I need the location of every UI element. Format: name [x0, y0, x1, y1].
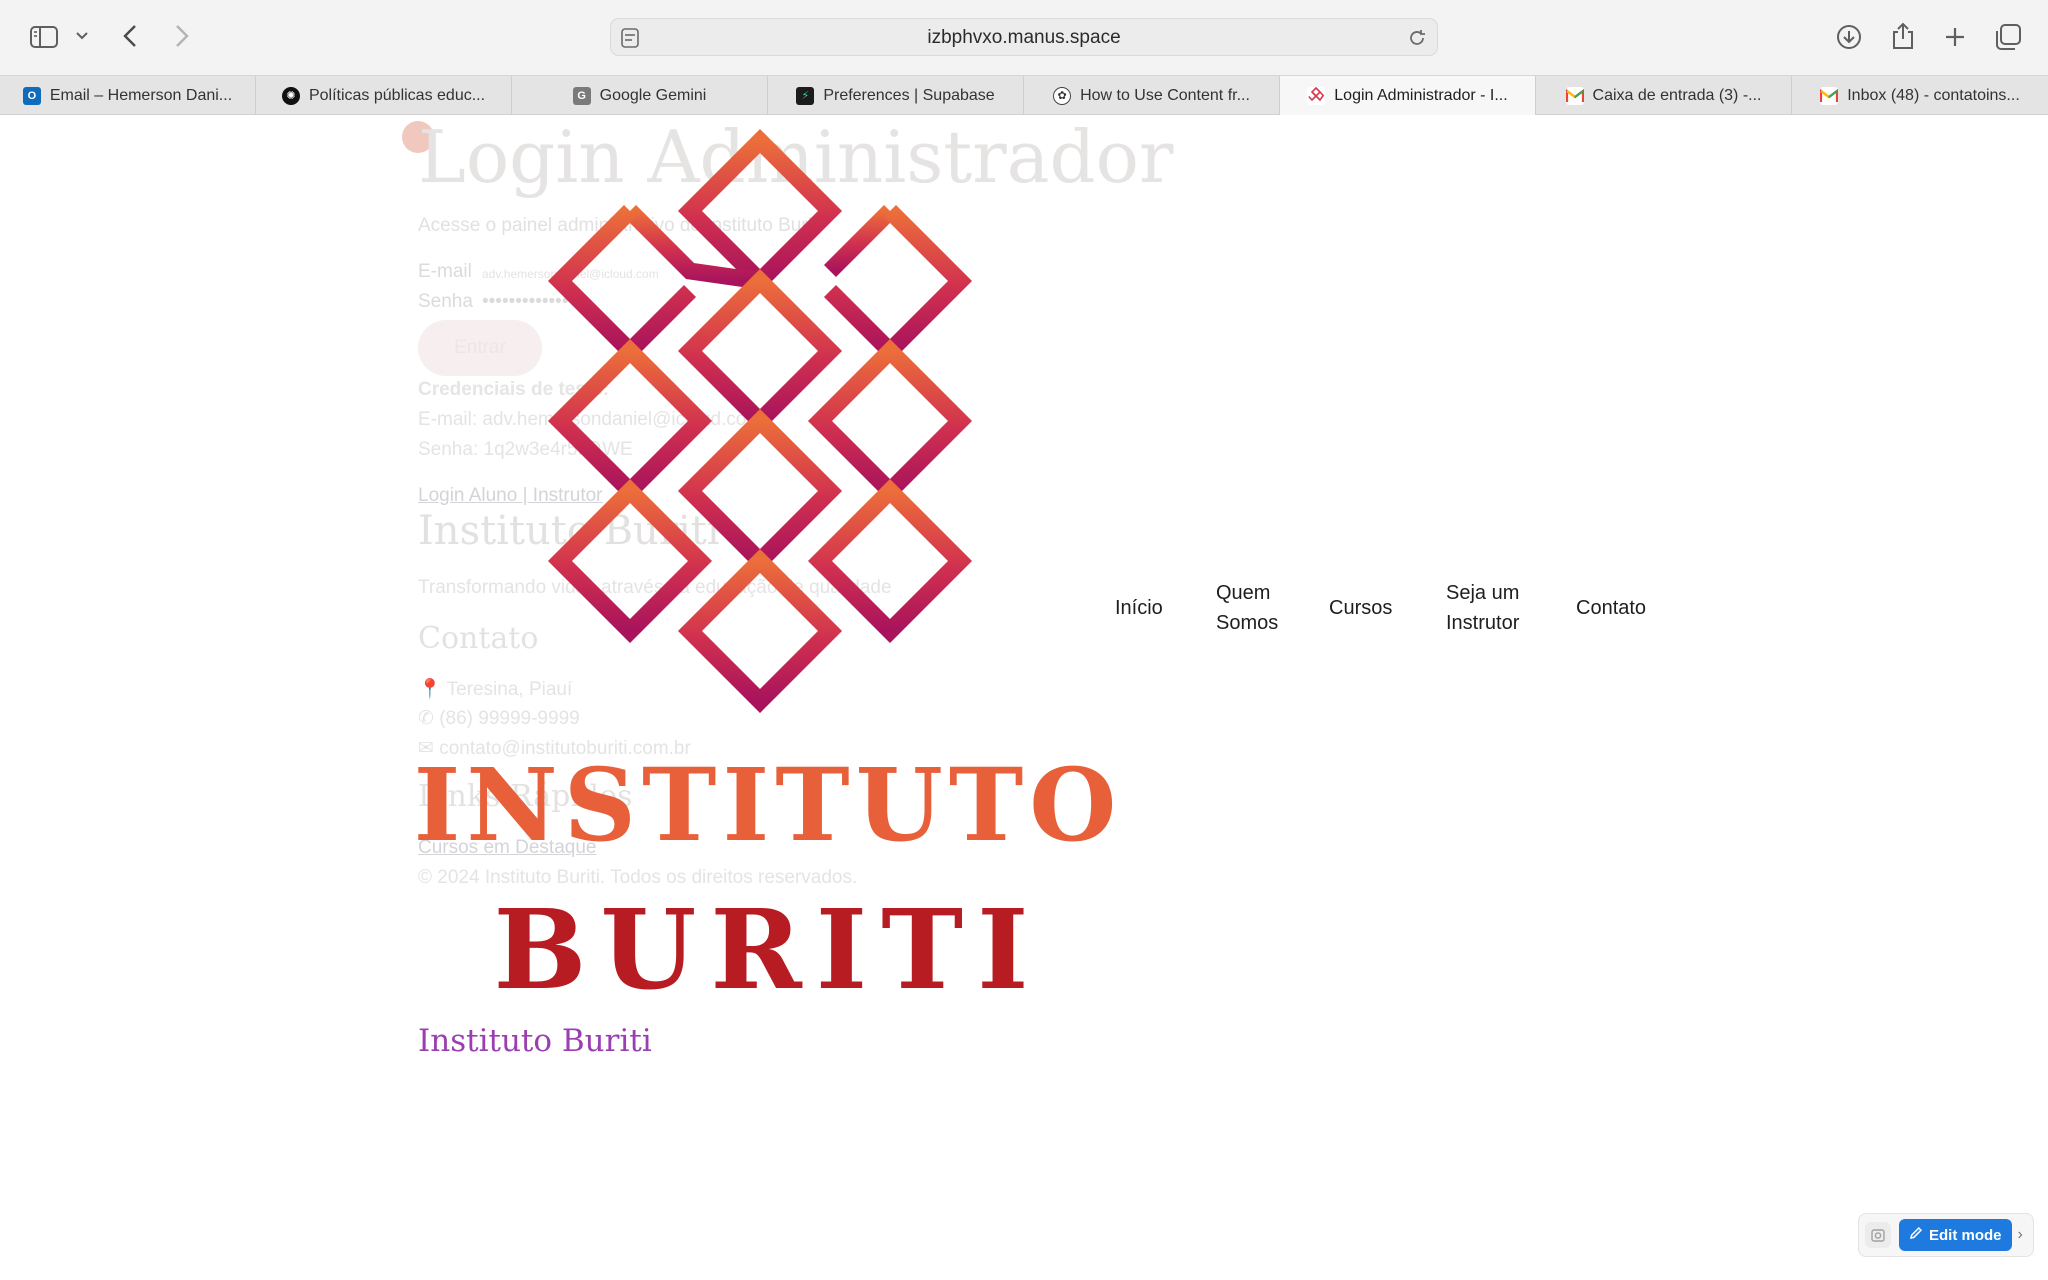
- tab-label: How to Use Content fr...: [1080, 86, 1250, 104]
- download-icon[interactable]: [1834, 22, 1864, 52]
- nav-instructor-line1: Seja um: [1446, 582, 1520, 604]
- gemini-icon: G: [572, 86, 591, 105]
- outlook-icon: O: [22, 86, 41, 105]
- tab-label: Políticas públicas educ...: [308, 86, 486, 104]
- tab-label: Preferences | Supabase: [823, 86, 995, 104]
- gmail-icon: [1565, 86, 1584, 105]
- edit-mode-button[interactable]: Edit mode: [1899, 1219, 2012, 1251]
- instituto-buriti-icon: [1307, 86, 1326, 105]
- forward-icon[interactable]: [170, 22, 194, 50]
- tab-supabase[interactable]: ⚡ Preferences | Supabase: [768, 76, 1024, 115]
- tab-gemini[interactable]: G Google Gemini: [512, 76, 768, 115]
- sidebar-icon[interactable]: [28, 23, 60, 51]
- reload-icon[interactable]: [1407, 28, 1427, 53]
- nav-become-instructor[interactable]: Seja um Instrutor: [1446, 578, 1546, 638]
- phone-icon: ✆: [418, 708, 440, 729]
- password-label: Senha: [418, 291, 473, 312]
- tab-inbox[interactable]: Inbox (48) - contatoins...: [1792, 76, 2048, 115]
- instituto-buriti-logo-mark: [547, 128, 973, 714]
- pencil-icon: [1909, 1226, 1923, 1244]
- nav-about-line2: Somos: [1216, 612, 1279, 634]
- github-icon: ✿: [1053, 86, 1072, 105]
- nav-about[interactable]: Quem Somos: [1216, 578, 1296, 638]
- logo-wordmark-buriti: BURITI: [493, 885, 1043, 1014]
- gmail-icon: [1820, 86, 1839, 105]
- tab-bar: O Email – Hemerson Dani... ✺ Políticas p…: [0, 75, 2048, 115]
- email-label: E-mail: [418, 261, 472, 282]
- tab-login-admin[interactable]: Login Administrador - I...: [1280, 76, 1536, 115]
- tab-label: Google Gemini: [599, 86, 707, 104]
- nav-home[interactable]: Início: [1115, 593, 1163, 623]
- screenshot-icon[interactable]: [1865, 1222, 1891, 1248]
- supabase-icon: ⚡: [796, 86, 815, 105]
- tab-label: Caixa de entrada (3) -...: [1592, 86, 1762, 104]
- web-page: Login Administrador Acesse o painel admi…: [0, 115, 2048, 1280]
- back-icon[interactable]: [118, 22, 142, 50]
- tab-label: Inbox (48) - contatoins...: [1847, 86, 2020, 104]
- chevron-right-icon[interactable]: ›: [2018, 1226, 2023, 1244]
- tab-content[interactable]: ✿ How to Use Content fr...: [1024, 76, 1280, 115]
- plus-icon[interactable]: [1940, 22, 1970, 52]
- tab-overview-icon[interactable]: [1992, 21, 2024, 53]
- share-icon[interactable]: [1888, 20, 1918, 52]
- chevron-down-icon[interactable]: [74, 28, 90, 44]
- tab-label: Login Administrador - I...: [1334, 86, 1508, 104]
- pin-icon: 📍: [418, 679, 447, 700]
- edit-mode-label: Edit mode: [1929, 1226, 2002, 1244]
- tab-politicas[interactable]: ✺ Políticas públicas educ...: [256, 76, 512, 115]
- nav-courses[interactable]: Cursos: [1329, 593, 1392, 623]
- tab-email[interactable]: O Email – Hemerson Dani...: [0, 76, 256, 115]
- url-text[interactable]: izbphvxo.manus.space: [611, 19, 1437, 57]
- browser-toolbar: izbphvxo.manus.space: [0, 0, 2048, 75]
- openai-icon: ✺: [281, 86, 300, 105]
- address-bar[interactable]: izbphvxo.manus.space: [610, 18, 1438, 56]
- nav-about-line1: Quem: [1216, 582, 1271, 604]
- logo-wordmark-instituto: INSTITUTO: [413, 746, 1123, 864]
- site-brand-link[interactable]: Instituto Buriti: [418, 1023, 652, 1059]
- tab-caixa-entrada[interactable]: Caixa de entrada (3) -...: [1536, 76, 1792, 115]
- nav-contact[interactable]: Contato: [1576, 593, 1646, 623]
- nav-instructor-line2: Instrutor: [1446, 612, 1520, 634]
- tab-label: Email – Hemerson Dani...: [49, 86, 233, 104]
- editor-toolbar: Edit mode ›: [1858, 1213, 2034, 1257]
